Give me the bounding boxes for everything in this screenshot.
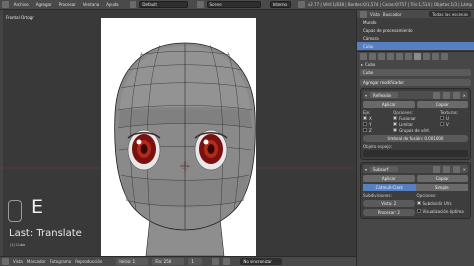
last-operator: Last: Translate bbox=[9, 228, 82, 239]
constraints-tab-icon[interactable] bbox=[405, 53, 412, 60]
catmull-clark-toggle[interactable]: Catmull-Clark bbox=[363, 184, 416, 191]
menu-reproduccion[interactable]: Reproducción bbox=[75, 259, 102, 264]
layout-icon bbox=[129, 1, 137, 8]
menu-ventana[interactable]: Ventana bbox=[81, 2, 101, 7]
scene-icon bbox=[196, 1, 204, 8]
breadcrumb: ▸ Cubo bbox=[361, 62, 376, 67]
outliner-menu-buscador[interactable]: Buscador bbox=[383, 12, 402, 17]
mirror-apply-button[interactable]: Aplicar bbox=[363, 101, 415, 108]
blender-logo-icon bbox=[298, 1, 305, 8]
render-toggle-icon[interactable] bbox=[432, 165, 440, 173]
current-frame-field[interactable]: 1 bbox=[188, 258, 203, 265]
collapse-arrow-icon[interactable]: ▾ bbox=[365, 167, 367, 172]
outliner-filter[interactable]: Todas las escenas bbox=[429, 11, 471, 17]
data-tab-icon[interactable] bbox=[423, 53, 430, 60]
mirror-copy-button[interactable]: Copiar bbox=[416, 101, 468, 108]
sync-selector[interactable]: No sincronizar bbox=[240, 258, 283, 265]
scene-statistics: v2.77 | Vért:1/838 | Bordes:0/1,574 | Ca… bbox=[307, 2, 473, 7]
menu-procesar[interactable]: Procesar bbox=[57, 2, 78, 7]
axis-z-checkbox[interactable]: Z bbox=[363, 127, 391, 133]
view-levels-field[interactable]: Vista: 2 bbox=[363, 200, 415, 207]
editmode-toggle-icon[interactable] bbox=[452, 91, 460, 99]
outliner: Vista Buscador Todas las escenas Mundo C… bbox=[357, 10, 474, 52]
subsurf-modifier-panel: ▾ Subsurf ✕ Aplicar Copiar Catmull-Clark… bbox=[360, 162, 471, 219]
object-name-field[interactable]: Cubo bbox=[360, 69, 471, 76]
outliner-editor-icon[interactable] bbox=[360, 10, 367, 18]
menu-fotograma[interactable]: Fotograma bbox=[50, 259, 72, 264]
mirror-object-field[interactable] bbox=[363, 150, 468, 157]
timeline-editor-icon[interactable] bbox=[2, 258, 9, 265]
collapse-arrow-icon[interactable]: ▾ bbox=[365, 93, 367, 98]
play-icon[interactable] bbox=[223, 258, 231, 265]
render-toggle-icon[interactable] bbox=[432, 91, 440, 99]
vertex-groups-checkbox[interactable]: Grupos de vért. bbox=[393, 127, 438, 133]
menu-agregar[interactable]: Agregar bbox=[34, 2, 54, 7]
render-engine-selector[interactable]: Interno bbox=[269, 1, 292, 8]
end-frame-field[interactable]: Fin: 250 bbox=[152, 258, 185, 265]
layers-tab-icon[interactable] bbox=[369, 53, 376, 60]
layout-selector[interactable]: Default bbox=[139, 1, 188, 8]
add-modifier-dropdown[interactable]: Agregar modificador bbox=[360, 79, 471, 86]
close-icon[interactable]: ✕ bbox=[463, 167, 466, 172]
left-eye bbox=[127, 129, 161, 171]
cube-icon: ▸ bbox=[361, 62, 364, 67]
active-object-label: (1) Cubo bbox=[10, 243, 26, 247]
simple-toggle[interactable]: Simple bbox=[415, 184, 468, 191]
menu-archivo[interactable]: Archivo bbox=[12, 2, 31, 7]
editor-type-icon[interactable] bbox=[2, 1, 9, 8]
play-controls-icon[interactable] bbox=[212, 258, 220, 265]
merge-limit-slider[interactable]: Umbral de fusión: 0.001000 bbox=[363, 135, 468, 142]
scene-tab-icon[interactable] bbox=[378, 53, 385, 60]
render-levels-field[interactable]: Procesar: 2 bbox=[363, 209, 415, 216]
outliner-row-cubo[interactable]: Cubo bbox=[357, 42, 474, 50]
optimal-display-checkbox[interactable]: Visualización óptima bbox=[416, 208, 469, 214]
mirror-name-field[interactable]: Reflexión bbox=[370, 92, 399, 98]
modifier-wrench-icon[interactable] bbox=[414, 53, 421, 60]
properties-tabs bbox=[357, 52, 474, 61]
viewport-toggle-icon[interactable] bbox=[442, 91, 450, 99]
outliner-row-capas[interactable]: Capas de procesamiento bbox=[357, 26, 474, 34]
editmode-toggle-icon[interactable] bbox=[452, 165, 460, 173]
material-tab-icon[interactable] bbox=[432, 53, 439, 60]
mesh-head[interactable] bbox=[0, 10, 356, 256]
subdivide-uvs-checkbox[interactable]: Subdividir UVs bbox=[416, 200, 469, 206]
subsurf-modifier-header[interactable]: ▾ Subsurf ✕ bbox=[363, 165, 468, 173]
outliner-row-mundo[interactable]: Mundo bbox=[357, 18, 474, 26]
texture-v-checkbox[interactable]: V bbox=[439, 121, 468, 127]
mirror-modifier-header[interactable]: ▾ Reflexión ✕ bbox=[363, 91, 468, 99]
render-tab-icon[interactable] bbox=[360, 53, 367, 60]
info-header: Archivo Agregar Procesar Ventana Ayuda D… bbox=[0, 0, 474, 10]
subdivisions-label: Subdivisiones: bbox=[363, 193, 392, 198]
subsurf-apply-button[interactable]: Aplicar bbox=[363, 175, 415, 182]
timeline-header: Vista Marcador Fotograma Reproducción In… bbox=[0, 256, 356, 266]
object-tab-icon[interactable] bbox=[396, 53, 403, 60]
mouse-icon bbox=[8, 200, 22, 222]
outliner-menu-vista[interactable]: Vista bbox=[370, 12, 380, 17]
viewport-toggle-icon[interactable] bbox=[442, 165, 450, 173]
subsurf-options-label: Opciones: bbox=[416, 193, 437, 198]
close-icon[interactable]: ✕ bbox=[463, 93, 466, 98]
last-key: E bbox=[31, 196, 44, 218]
subsurf-name-field[interactable]: Subsurf bbox=[370, 166, 399, 172]
outliner-row-camara[interactable]: Cámara bbox=[357, 34, 474, 42]
menu-ayuda[interactable]: Ayuda bbox=[104, 2, 120, 7]
right-eye bbox=[194, 129, 228, 171]
3d-viewport[interactable]: Frontal Ortogr E Last: Translate (1) Cub… bbox=[0, 10, 356, 256]
start-frame-field[interactable]: Inicio: 1 bbox=[116, 258, 149, 265]
menu-vista[interactable]: Vista bbox=[13, 259, 23, 264]
mirror-modifier-panel: ▾ Reflexión ✕ Aplicar Copiar Eje: X Y Z … bbox=[360, 88, 471, 160]
menu-marcador[interactable]: Marcador bbox=[27, 259, 46, 264]
outliner-header: Vista Buscador Todas las escenas bbox=[357, 10, 474, 18]
scene-selector[interactable]: Scene bbox=[206, 1, 261, 8]
world-tab-icon[interactable] bbox=[387, 53, 394, 60]
mirror-object-label: Objeto espejo: bbox=[363, 144, 392, 149]
right-panels: Vista Buscador Todas las escenas Mundo C… bbox=[356, 10, 474, 266]
texture-tab-icon[interactable] bbox=[441, 53, 448, 60]
subsurf-copy-button[interactable]: Copiar bbox=[416, 175, 468, 182]
